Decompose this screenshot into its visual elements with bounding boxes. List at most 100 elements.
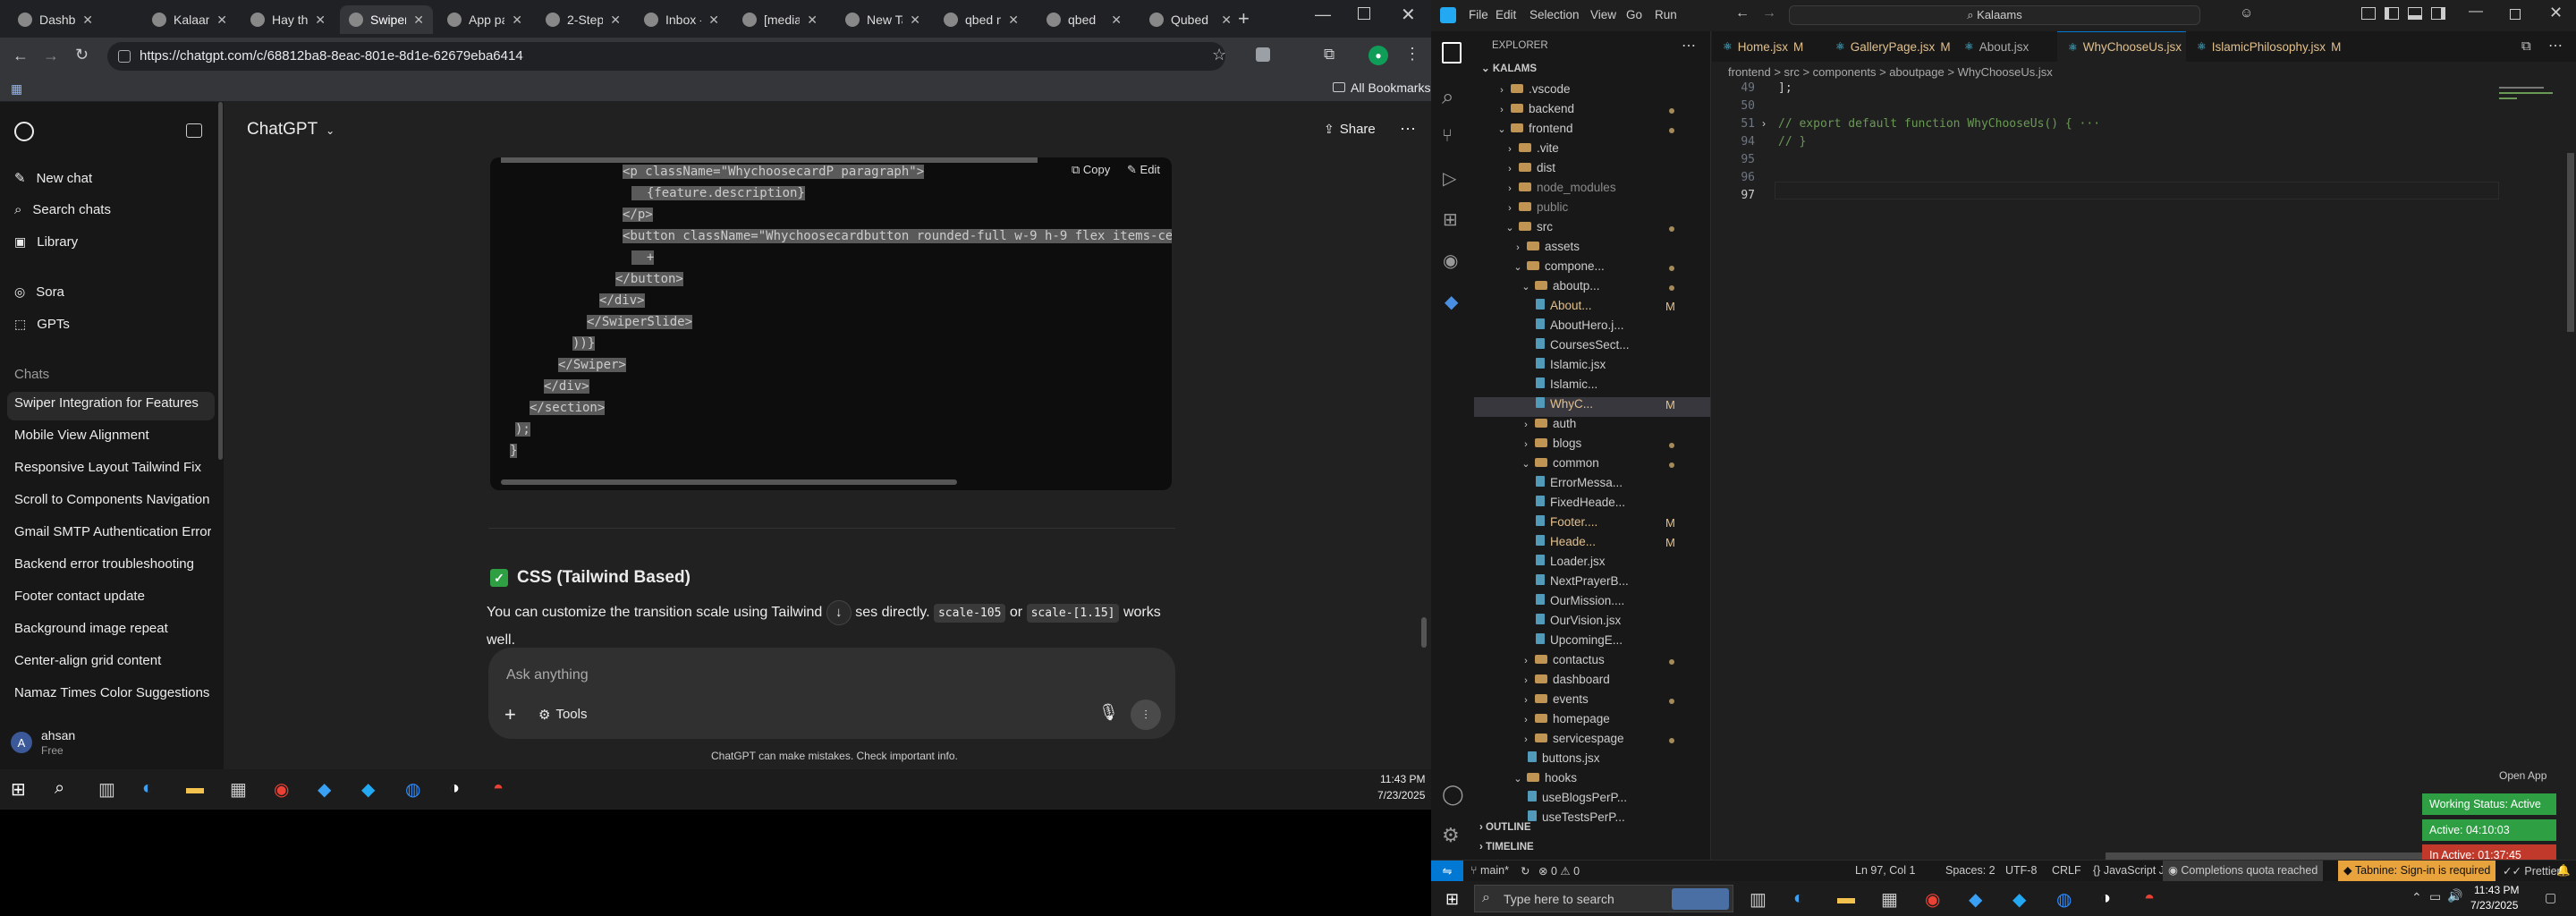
folder-item[interactable]: › dashboard (1521, 673, 1610, 686)
editor-tab[interactable]: ⚛ GalleryPage.jsx M (1825, 31, 1953, 62)
search-icon[interactable]: ⌕ (1442, 85, 1453, 110)
browser-icon[interactable]: ◓ (493, 778, 504, 799)
app-icon[interactable]: ◑ (2100, 888, 2111, 909)
file-item[interactable]: About... (1529, 299, 1592, 312)
folder-item[interactable]: › events (1521, 692, 1589, 706)
fold-chevron-icon[interactable]: › (1762, 117, 1766, 130)
zoom-icon[interactable]: ◍ (2056, 888, 2072, 911)
task-view-icon[interactable]: ▥ (98, 778, 115, 801)
prettier-status[interactable]: ✓✓ Prettier (2503, 864, 2561, 878)
tab-close-icon[interactable]: ✕ (216, 13, 227, 28)
folder-item[interactable]: ⌄ frontend (1496, 122, 1572, 135)
chrome-menu-icon[interactable]: ⋮ (1404, 45, 1420, 64)
tools-button[interactable]: ⚙ Tools (538, 707, 587, 723)
openai-logo-icon[interactable] (14, 122, 34, 141)
main-scrollbar[interactable] (1421, 617, 1427, 648)
more-options-icon[interactable]: ⋯ (1400, 120, 1416, 139)
editor-vscrollbar[interactable] (2567, 153, 2574, 332)
editor-hscrollbar[interactable] (2106, 852, 2472, 860)
folder-item[interactable]: › .vscode (1496, 82, 1570, 96)
browser-tab[interactable]: Qubed ✕ (1140, 5, 1241, 34)
copy-button[interactable]: ⧉ Copy (1072, 163, 1110, 177)
source-control-icon[interactable]: ⑂ (1442, 126, 1453, 147)
apps-icon[interactable]: ▦ (11, 81, 22, 97)
notifications-icon[interactable]: 🔔 (2556, 864, 2571, 878)
end-of-line[interactable]: CRLF (2052, 864, 2081, 877)
chat-list-item[interactable]: Scroll to Components Navigation (14, 492, 211, 507)
tab-close-icon[interactable]: ✕ (82, 13, 93, 28)
folder-item[interactable]: › auth (1521, 417, 1576, 430)
split-editor-icon[interactable]: ⧉ (2521, 38, 2531, 54)
indentation[interactable]: Spaces: 2 (1945, 864, 1996, 877)
profile-avatar[interactable]: ● (1368, 46, 1388, 65)
search-icon[interactable]: ⌕ (55, 778, 64, 799)
file-item[interactable]: AboutHero.j... (1529, 318, 1624, 332)
nav-forward-icon[interactable]: → (1762, 5, 1776, 21)
new-tab-icon[interactable]: + (1238, 7, 1250, 30)
file-item[interactable]: useTestsPerP... (1521, 810, 1625, 824)
chrome-icon[interactable]: ◉ (1925, 888, 1940, 911)
microphone-icon[interactable]: 🎙 (1098, 703, 1119, 722)
tab-close-icon[interactable]: ✕ (708, 13, 719, 28)
chat-list-item[interactable]: Mobile View Alignment (14, 428, 211, 443)
browser-tab[interactable]: [media ✕ (733, 5, 826, 34)
model-selector[interactable]: ChatGPT ⌄ (247, 120, 335, 140)
folder-item[interactable]: ⌄ aboutp... (1521, 279, 1599, 293)
file-item[interactable]: Islamic... (1529, 377, 1597, 391)
tab-close-icon[interactable]: ✕ (910, 13, 920, 28)
store-icon[interactable]: ▦ (230, 778, 247, 801)
browser-tab[interactable]: Hay the ✕ (242, 5, 335, 34)
explorer-more-icon[interactable]: ⋯ (1682, 37, 1696, 55)
breadcrumb[interactable]: frontend > src > components > aboutpage … (1728, 65, 2053, 79)
extension-icon[interactable] (1256, 47, 1270, 62)
menu-item[interactable]: File (1469, 8, 1488, 21)
copilot-icon[interactable]: ☺ (2240, 5, 2253, 21)
explorer-root[interactable]: ⌄ KALAMS (1481, 62, 1537, 74)
volume-icon[interactable]: 🔊 (2447, 888, 2462, 903)
start-icon[interactable]: ⊞ (11, 778, 26, 801)
chat-list-item[interactable]: Responsive Layout Tailwind Fix (14, 460, 211, 475)
chat-list-item[interactable]: Swiper Integration for Features (14, 395, 211, 411)
vscode-icon[interactable]: ◆ (361, 778, 375, 801)
folder-item[interactable]: › servicespage (1521, 732, 1623, 745)
tabnine-status[interactable]: ◆ Tabnine: Sign-in is required (2338, 861, 2496, 881)
cursor-position[interactable]: Ln 97, Col 1 (1855, 864, 1915, 877)
chat-list-item[interactable]: Namaz Times Color Suggestions (14, 685, 211, 700)
tray-chevron-icon[interactable]: ⌃ (2411, 890, 2422, 905)
toggle-secondary-icon[interactable] (2431, 7, 2445, 20)
back-icon[interactable]: ← (13, 47, 29, 65)
extensions-icon[interactable]: ⊞ (1443, 208, 1458, 231)
accounts-icon[interactable]: ◯ (1442, 783, 1464, 806)
bookmark-star-icon[interactable]: ☆ (1212, 46, 1226, 64)
store-icon[interactable]: ▦ (1881, 888, 1898, 911)
menu-item[interactable]: Selection (1530, 8, 1580, 21)
browser-tab[interactable]: Dashbo ✕ (9, 5, 102, 34)
encoding[interactable]: UTF-8 (2005, 864, 2037, 877)
file-item[interactable]: Footer.... (1529, 515, 1597, 529)
share-button[interactable]: ⇪ Share (1324, 122, 1376, 137)
editor-tab[interactable]: ⚛ About.jsx (1953, 31, 2057, 62)
restore-icon[interactable] (2510, 9, 2521, 20)
tab-close-icon[interactable]: ✕ (610, 13, 621, 28)
toggle-sidebar-icon[interactable] (2385, 7, 2399, 20)
file-item[interactable]: buttons.jsx (1521, 751, 1600, 765)
folder-item[interactable]: ⌄ compone... (1513, 259, 1604, 273)
tab-close-icon[interactable]: ✕ (807, 13, 818, 28)
file-item[interactable]: FixedHeade... (1529, 496, 1625, 509)
github-icon[interactable]: ◉ (1443, 250, 1458, 272)
folder-item[interactable]: ⌄ hooks (1513, 771, 1577, 785)
app-icon[interactable]: ◆ (1969, 888, 1982, 911)
browser-tab[interactable]: Kalaam ✕ (143, 5, 236, 34)
file-item[interactable]: OurVision.jsx (1529, 614, 1621, 627)
folder-item[interactable]: ⌄ common (1521, 456, 1598, 470)
plus-icon[interactable]: + (504, 703, 516, 726)
layout-icon[interactable] (2361, 7, 2376, 20)
editor-tab[interactable]: ⚛WhyChooseUs.jsxM✕ (2057, 31, 2216, 62)
file-explorer-icon[interactable]: ▬ (186, 778, 204, 799)
scroll-down-icon[interactable]: ↓ (826, 600, 852, 625)
library-button[interactable]: ▣ Library (14, 234, 78, 250)
folder-item[interactable]: › homepage (1521, 712, 1610, 725)
file-item[interactable]: CoursesSect... (1529, 338, 1630, 352)
taskbar-search[interactable]: ⌕ Type here to search (1474, 885, 1733, 912)
more-actions-icon[interactable]: ⋯ (2548, 37, 2563, 55)
